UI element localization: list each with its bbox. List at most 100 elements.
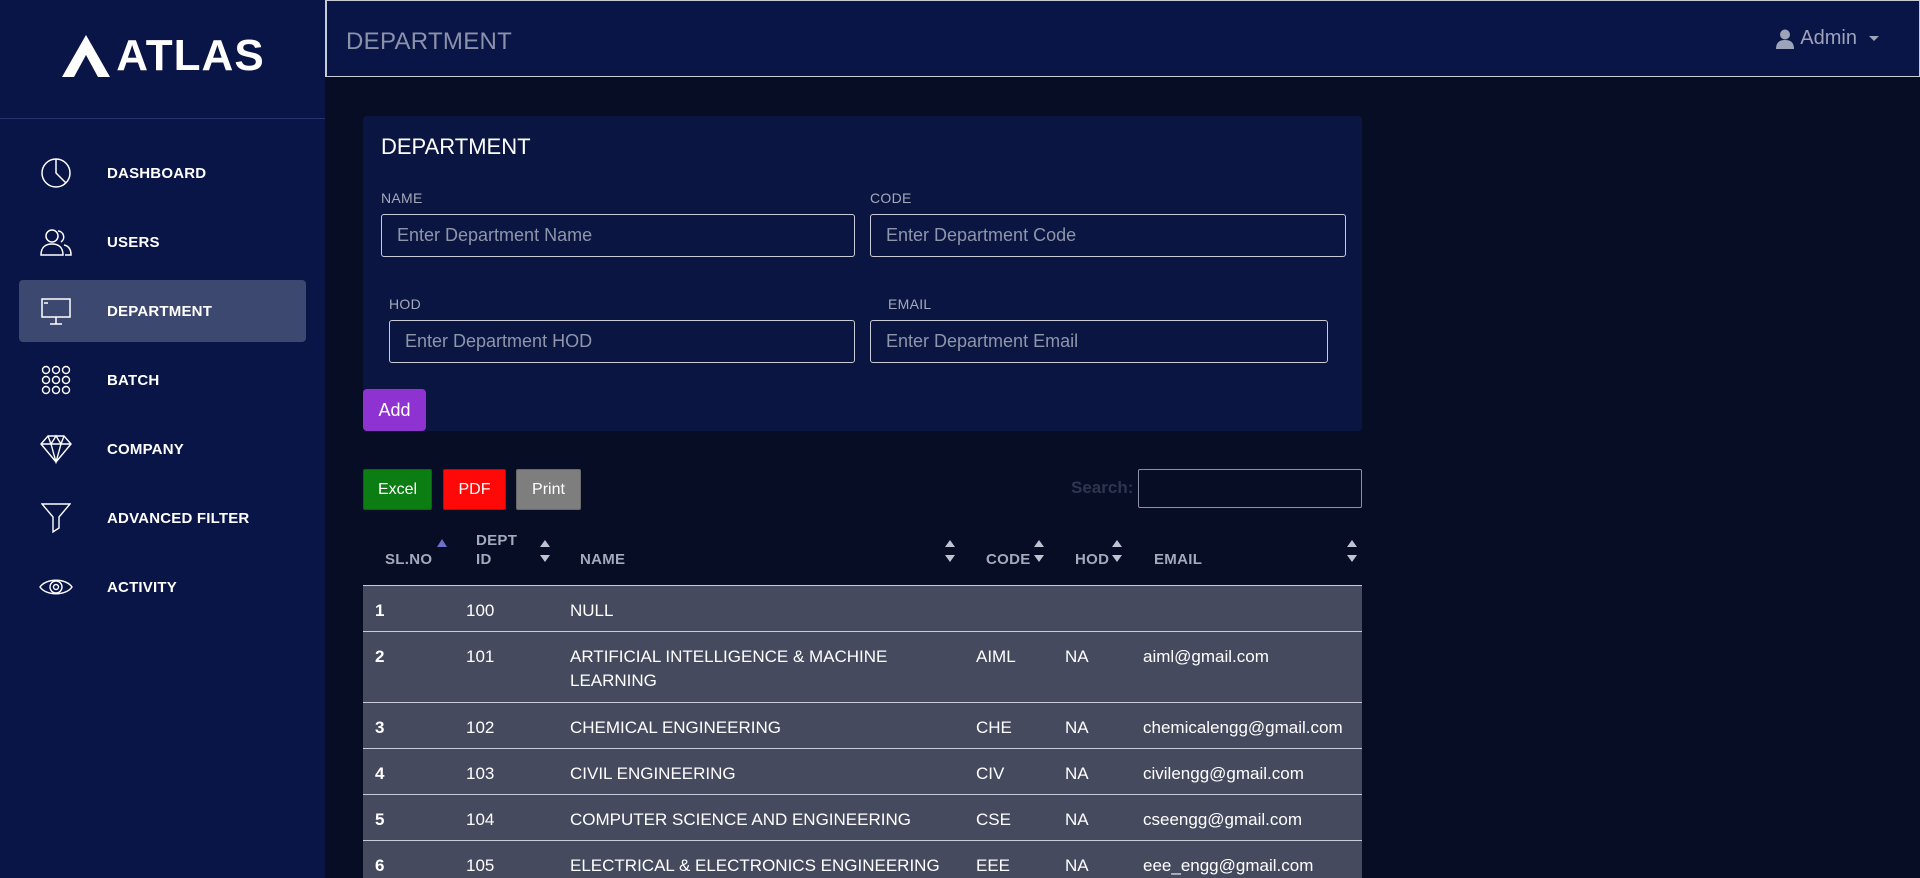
users-icon: [39, 225, 73, 259]
sidebar-item-batch[interactable]: BATCH: [19, 349, 306, 411]
cell-name: COMPUTER SCIENCE AND ENGINEERING: [570, 810, 911, 829]
cell-slno: 5: [375, 810, 385, 829]
table-header: SL.NO DEPT ID NAME CODE HOD EMAIL: [363, 527, 1362, 586]
sidebar-item-activity[interactable]: ACTIVITY: [19, 556, 306, 618]
table-row[interactable]: 3 102 CHEMICAL ENGINEERING CHE NA chemic…: [363, 703, 1362, 749]
sidebar-item-label: BATCH: [107, 371, 160, 389]
cell-slno: 3: [375, 718, 385, 737]
cell-code: CHE: [976, 718, 1012, 737]
brand-name: ATLAS: [116, 31, 265, 80]
pdf-button[interactable]: PDF: [443, 469, 506, 510]
add-button[interactable]: Add: [363, 389, 426, 431]
cell-name: ARTIFICIAL INTELLIGENCE & MACHINE LEARNI…: [570, 647, 888, 690]
col-header-email[interactable]: EMAIL: [1154, 550, 1202, 569]
diamond-icon: [39, 432, 73, 466]
sidebar-item-company[interactable]: COMPANY: [19, 418, 306, 480]
cell-hod: NA: [1065, 647, 1089, 666]
col-header-name[interactable]: NAME: [580, 550, 625, 569]
cell-email: cseengg@gmail.com: [1143, 810, 1302, 829]
sort-icon[interactable]: [1034, 540, 1044, 562]
cell-name: CHEMICAL ENGINEERING: [570, 718, 781, 737]
sidebar-item-department[interactable]: DEPARTMENT: [19, 280, 306, 342]
col-header-slno[interactable]: SL.NO: [385, 550, 432, 569]
department-form: DEPARTMENT NAME CODE HOD EMAIL Add: [363, 116, 1362, 431]
logo[interactable]: ATLAS: [0, 0, 325, 119]
sidebar-item-advanced-filter[interactable]: ADVANCED FILTER: [19, 487, 306, 549]
sidebar-item-label: DASHBOARD: [107, 164, 207, 182]
cell-code: AIML: [976, 647, 1016, 666]
cell-hod: NA: [1065, 764, 1089, 783]
eye-icon: [39, 570, 73, 604]
search-label: Search:: [1071, 478, 1134, 497]
cell-dept-id: 103: [466, 764, 495, 783]
cell-name: ELECTRICAL & ELECTRONICS ENGINEERING: [570, 856, 940, 875]
pie-chart-icon: [39, 156, 73, 190]
sidebar-item-label: USERS: [107, 233, 160, 251]
sidebar-item-users[interactable]: USERS: [19, 211, 306, 273]
filter-icon: [39, 501, 73, 535]
department-email-input[interactable]: [870, 320, 1328, 363]
department-hod-input[interactable]: [389, 320, 855, 363]
sort-icon[interactable]: [1347, 540, 1357, 562]
cell-dept-id: 101: [466, 647, 495, 666]
col-header-code[interactable]: CODE: [986, 550, 1031, 569]
table-row[interactable]: 4 103 CIVIL ENGINEERING CIV NA civilengg…: [363, 749, 1362, 795]
sidebar-item-label: DEPARTMENT: [107, 302, 213, 320]
cell-slno: 2: [375, 647, 385, 666]
cell-slno: 6: [375, 856, 385, 875]
department-code-input[interactable]: [870, 214, 1346, 257]
sidebar-item-dashboard[interactable]: DASHBOARD: [19, 142, 306, 204]
cell-name: CIVIL ENGINEERING: [570, 764, 736, 783]
cell-email: aiml@gmail.com: [1143, 647, 1269, 666]
user-icon: [1776, 29, 1795, 49]
cell-dept-id: 104: [466, 810, 495, 829]
table-row[interactable]: 6 105 ELECTRICAL & ELECTRONICS ENGINEERI…: [363, 841, 1362, 878]
sort-asc-icon[interactable]: [437, 539, 447, 547]
sort-icon[interactable]: [945, 540, 955, 562]
name-label: NAME: [381, 190, 423, 206]
excel-button[interactable]: Excel: [363, 469, 432, 510]
email-label: EMAIL: [888, 296, 932, 312]
cell-email: civilengg@gmail.com: [1143, 764, 1304, 783]
department-table: SL.NO DEPT ID NAME CODE HOD EMAIL 1 100 …: [363, 527, 1362, 878]
cell-slno: 1: [375, 601, 385, 620]
cell-email: chemicalengg@gmail.com: [1143, 718, 1343, 737]
user-menu[interactable]: Admin: [1776, 27, 1879, 50]
cell-email: eee_engg@gmail.com: [1143, 856, 1314, 875]
cell-dept-id: 102: [466, 718, 495, 737]
form-title: DEPARTMENT: [381, 134, 531, 159]
page-title: DEPARTMENT: [346, 28, 513, 55]
cell-dept-id: 100: [466, 601, 495, 620]
cell-dept-id: 105: [466, 856, 495, 875]
department-name-input[interactable]: [381, 214, 855, 257]
print-button[interactable]: Print: [516, 469, 581, 510]
cell-code: CIV: [976, 764, 1005, 783]
cell-hod: NA: [1065, 856, 1089, 875]
topbar: DEPARTMENT Admin: [325, 0, 1920, 77]
col-header-hod[interactable]: HOD: [1075, 550, 1109, 569]
grid-dots-icon: [39, 363, 73, 397]
cell-code: EEE: [976, 856, 1011, 875]
table-row[interactable]: 1 100 NULL: [363, 586, 1362, 632]
cell-name: NULL: [570, 601, 614, 620]
cell-slno: 4: [375, 764, 385, 783]
code-label: CODE: [870, 190, 912, 206]
sidebar-item-label: ACTIVITY: [107, 578, 177, 596]
sort-icon[interactable]: [540, 540, 550, 562]
sidebar-nav: DASHBOARD USERS DEPARTMENT BATCH COMPANY…: [0, 119, 325, 618]
presentation-icon: [39, 294, 73, 328]
cell-code: CSE: [976, 810, 1011, 829]
search-input[interactable]: [1138, 469, 1362, 508]
col-header-dept-id[interactable]: DEPT ID: [476, 531, 526, 569]
sidebar-item-label: COMPANY: [107, 440, 184, 458]
sidebar-item-label: ADVANCED FILTER: [107, 509, 250, 527]
table-row[interactable]: 2 101 ARTIFICIAL INTELLIGENCE & MACHINE …: [363, 632, 1362, 703]
cell-hod: NA: [1065, 810, 1089, 829]
atlas-logo-icon: [62, 35, 111, 77]
user-name: Admin: [1800, 27, 1857, 49]
sort-icon[interactable]: [1112, 540, 1122, 562]
sidebar: ATLAS DASHBOARD USERS DEPARTMENT BATCH C…: [0, 0, 325, 878]
hod-label: HOD: [389, 296, 422, 312]
chevron-down-icon: [1869, 36, 1879, 41]
table-row[interactable]: 5 104 COMPUTER SCIENCE AND ENGINEERING C…: [363, 795, 1362, 841]
